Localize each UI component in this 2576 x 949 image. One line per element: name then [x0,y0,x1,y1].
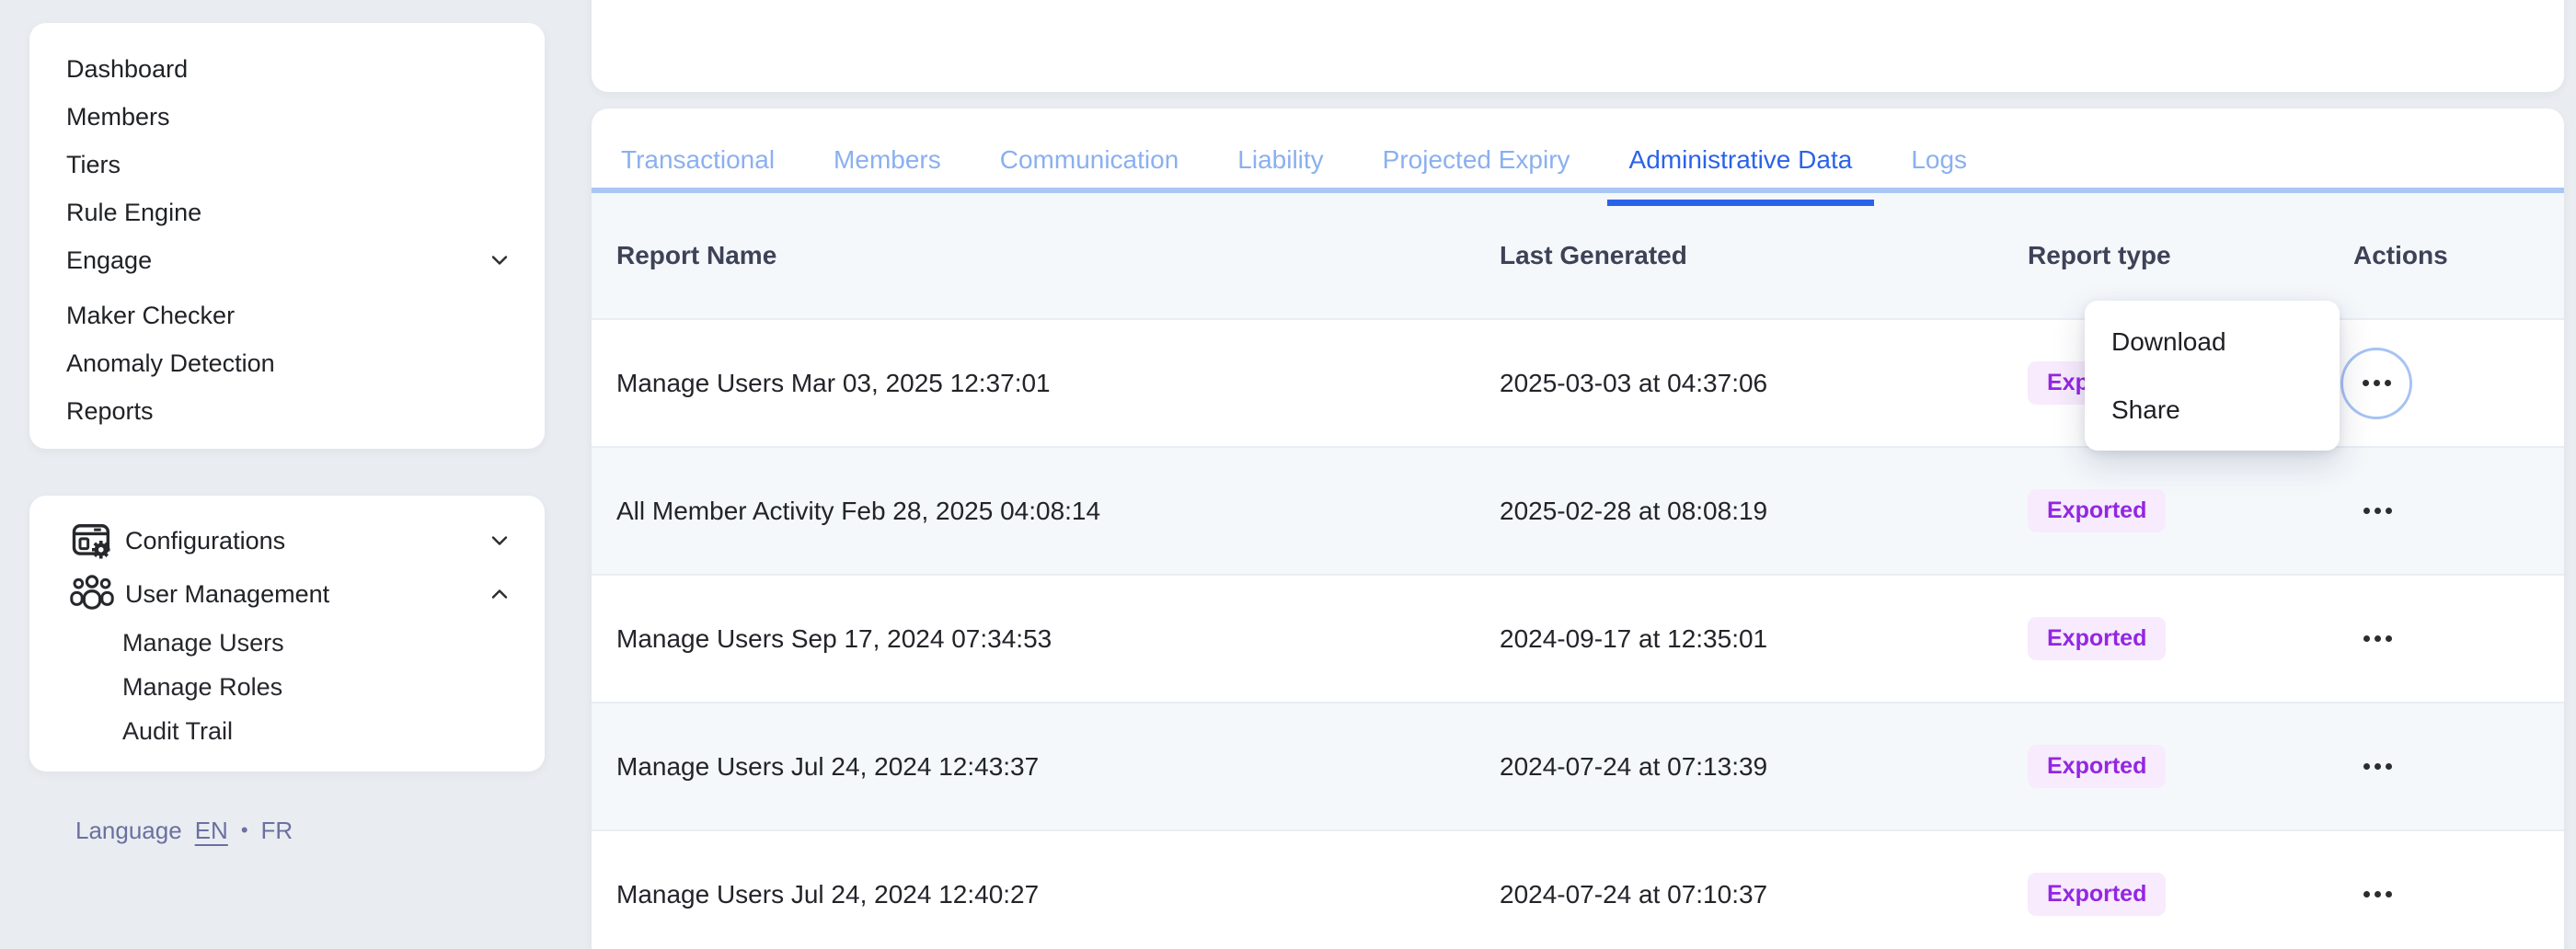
sidebar-item-manage-roles[interactable]: Manage Roles [29,665,545,709]
sidebar-item-label: Reports [66,396,154,425]
row-actions-button[interactable] [2352,493,2403,529]
last-generated-cell: 2025-03-03 at 04:37:06 [1500,368,1768,397]
status-badge: Exported [2028,745,2167,788]
menu-item-download[interactable]: Download [2085,308,2340,376]
report-name-cell: Manage Users Jul 24, 2024 12:43:37 [616,751,1040,781]
tab-projected-expiry[interactable]: Projected Expiry [1361,132,1593,188]
report-tabs: Transactional Members Communication Liab… [592,109,2564,206]
chevron-up-icon [491,589,508,599]
sidebar-item-label: Anomaly Detection [66,349,275,377]
actions-cell [2353,621,2564,657]
sidebar-item-members[interactable]: Members [29,93,545,141]
sidebar-item-label: Manage Roles [122,672,283,701]
sidebar-item-label: User Management [125,579,330,608]
sidebar-item-configurations[interactable]: Configurations [29,514,545,567]
row-actions-button[interactable] [2352,621,2403,657]
report-type-cell: Exported [2028,489,2353,532]
report-type-cell: Exported [2028,745,2353,788]
sidebar-item-dashboard[interactable]: Dashboard [29,45,545,93]
table-row: Manage Users Jul 24, 2024 12:40:27 2024-… [592,829,2564,949]
last-generated-cell: 2024-07-24 at 07:13:39 [1500,751,1768,781]
column-header-actions: Actions [2353,241,2448,269]
sidebar-item-label: Dashboard [66,54,189,83]
column-header-last-generated: Last Generated [1500,241,1687,269]
people-group-icon [68,570,116,618]
tab-administrative-data[interactable]: Administrative Data [1606,132,1875,206]
table-row: Manage Users Sep 17, 2024 07:34:53 2024-… [592,574,2564,702]
sidebar-item-label: Tiers [66,150,121,178]
sidebar-item-label: Rule Engine [66,198,202,226]
window-gear-icon [68,517,116,565]
column-header-report-name: Report Name [616,241,777,269]
tab-members[interactable]: Members [811,132,963,188]
sidebar-item-rule-engine[interactable]: Rule Engine [29,189,545,236]
report-type-cell: Exported [2028,873,2353,916]
sidebar-item-label: Configurations [125,526,286,555]
report-name-cell: Manage Users Sep 17, 2024 07:34:53 [616,623,1052,653]
tab-transactional[interactable]: Transactional [599,132,797,188]
sidebar-item-label: Engage [66,246,153,274]
sidebar-item-engage[interactable]: Engage [29,236,545,284]
actions-cell [2353,749,2564,784]
column-header-report-type: Report type [2028,241,2171,269]
sidebar-item-audit-trail[interactable]: Audit Trail [29,709,545,753]
top-card [592,0,2564,92]
language-separator: • [240,818,248,841]
language-option-en[interactable]: EN [195,817,228,845]
status-badge: Exported [2028,617,2167,660]
page: { "sidebar": { "main_items": [ { "label"… [0,0,2576,949]
sidebar-item-user-management[interactable]: User Management [29,567,545,621]
sidebar-item-label: Maker Checker [66,301,236,329]
report-name-cell: Manage Users Jul 24, 2024 12:40:27 [616,879,1040,909]
tab-logs[interactable]: Logs [1889,132,1989,188]
report-name-cell: Manage Users Mar 03, 2025 12:37:01 [616,368,1051,397]
language-option-fr[interactable]: FR [261,817,293,845]
actions-cell [2340,347,2564,419]
config-nav-card: Configurations User Management Manage Us… [29,496,545,772]
row-actions-button[interactable] [2352,876,2403,912]
row-actions-button-active[interactable] [2340,347,2412,419]
row-actions-button[interactable] [2352,749,2403,784]
language-label: Language [75,816,182,844]
table-header-row: Report Name Last Generated Report type A… [592,193,2564,318]
actions-cell [2353,493,2564,529]
menu-item-share[interactable]: Share [2085,376,2340,444]
status-badge: Exported [2028,489,2167,532]
sidebar-item-reports[interactable]: Reports [29,387,545,435]
main-nav-card: Dashboard Members Tiers Rule Engine Enga… [29,23,545,449]
sidebar-item-label: Audit Trail [122,716,234,745]
status-badge: Exported [2028,873,2167,916]
sidebar-item-manage-users[interactable]: Manage Users [29,621,545,665]
report-type-cell: Exported [2028,617,2353,660]
reports-card: Transactional Members Communication Liab… [592,109,2564,949]
sidebar-item-tiers[interactable]: Tiers [29,141,545,189]
language-switcher: Language EN • FR [75,809,293,852]
table-row: All Member Activity Feb 28, 2025 04:08:1… [592,446,2564,574]
sidebar-item-maker-checker[interactable]: Maker Checker [29,292,545,339]
table-row: Manage Users Jul 24, 2024 12:43:37 2024-… [592,702,2564,829]
tab-liability[interactable]: Liability [1215,132,1345,188]
last-generated-cell: 2024-09-17 at 12:35:01 [1500,623,1768,653]
chevron-down-icon [491,256,508,265]
tab-communication[interactable]: Communication [978,132,1202,188]
sidebar-item-anomaly-detection[interactable]: Anomaly Detection [29,339,545,387]
last-generated-cell: 2024-07-24 at 07:10:37 [1500,879,1768,909]
chevron-down-icon [491,536,508,545]
sidebar-item-label: Manage Users [122,628,284,657]
sidebar-item-label: Members [66,102,170,131]
actions-cell [2353,876,2564,912]
last-generated-cell: 2025-02-28 at 08:08:19 [1500,496,1768,525]
row-actions-menu: Download Share [2085,301,2340,451]
report-name-cell: All Member Activity Feb 28, 2025 04:08:1… [616,496,1101,525]
